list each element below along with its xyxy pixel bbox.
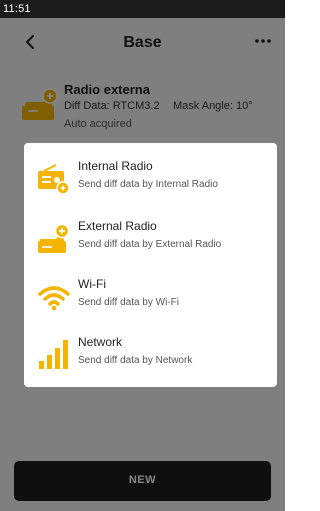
option-description: Send diff data by Network	[78, 355, 193, 366]
internal-radio-icon	[38, 164, 70, 195]
option-title: Network	[78, 335, 123, 349]
option-description: Send diff data by Internal Radio	[78, 179, 218, 190]
screen: 11:51 Base Radio externa Diff Data: RTCM…	[0, 0, 285, 511]
option-description: Send diff data by External Radio	[78, 239, 222, 250]
external-radio-icon	[38, 223, 70, 253]
wifi-icon	[38, 286, 70, 311]
option-title: External Radio	[78, 219, 157, 233]
diff-source-dialog: Internal Radio Send diff data by Interna…	[24, 143, 277, 387]
status-bar: 11:51	[0, 0, 285, 18]
option-wifi[interactable]: Wi-Fi Send diff data by Wi-Fi	[24, 269, 277, 325]
option-description: Send diff data by Wi-Fi	[78, 297, 179, 308]
option-external-radio[interactable]: External Radio Send diff data by Externa…	[24, 211, 277, 267]
status-time: 11:51	[3, 3, 31, 15]
option-network[interactable]: Network Send diff data by Network	[24, 327, 277, 383]
network-signal-icon	[39, 340, 68, 369]
option-title: Wi-Fi	[78, 277, 106, 291]
option-internal-radio[interactable]: Internal Radio Send diff data by Interna…	[24, 151, 277, 207]
option-title: Internal Radio	[78, 159, 153, 173]
